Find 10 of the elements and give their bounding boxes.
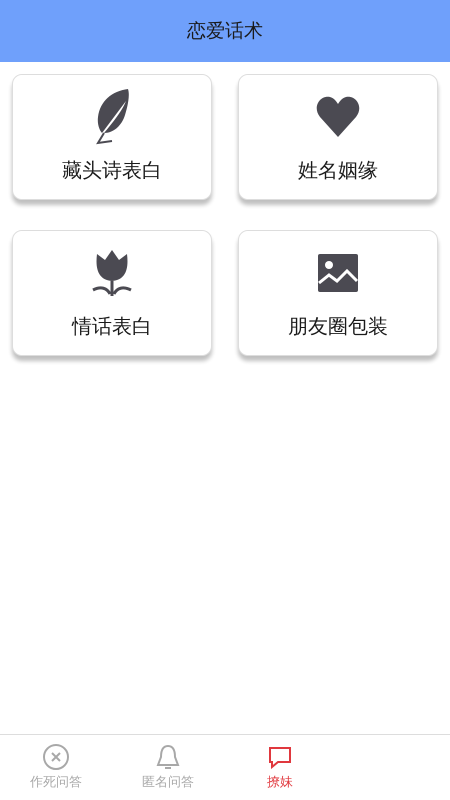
tulip-icon bbox=[91, 248, 133, 298]
feature-card[interactable]: 朋友圈包装 bbox=[238, 230, 438, 356]
header-title: 恋爱话术 bbox=[187, 18, 263, 44]
feature-card[interactable]: 姓名姻缘 bbox=[238, 74, 438, 200]
bell-icon bbox=[154, 742, 182, 771]
close-icon bbox=[42, 742, 70, 771]
image-icon bbox=[317, 253, 359, 293]
feature-card[interactable]: 藏头诗表白 bbox=[12, 74, 212, 200]
tab-item[interactable]: 撩妹 bbox=[224, 735, 336, 800]
feature-card[interactable]: 情话表白 bbox=[12, 230, 212, 356]
